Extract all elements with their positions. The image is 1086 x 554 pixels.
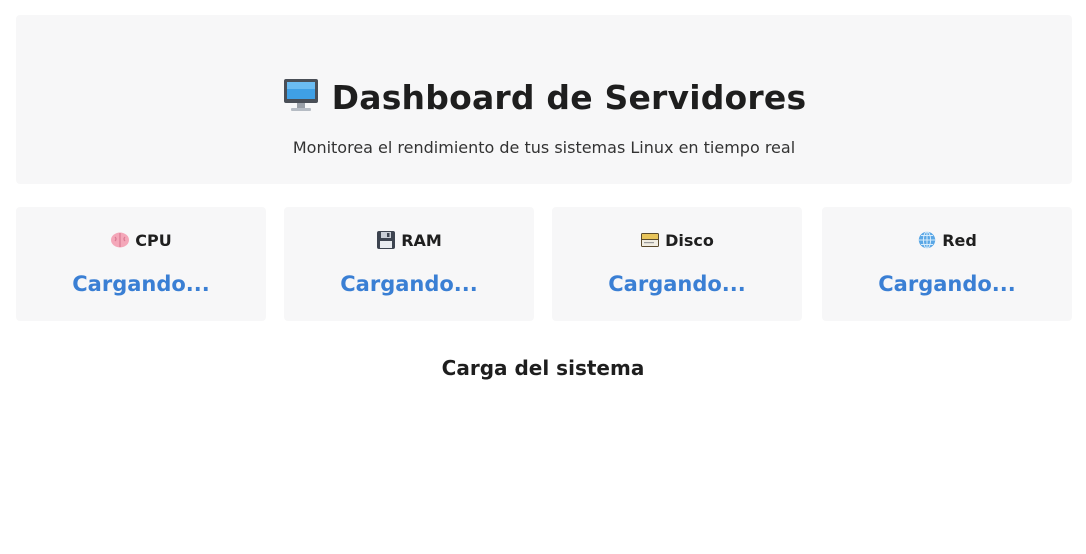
metric-label: RAM — [401, 231, 442, 250]
hero-header: Dashboard de Servidores Monitorea el ren… — [16, 15, 1072, 184]
metric-value: Cargando... — [878, 272, 1016, 296]
desktop-computer-icon — [282, 76, 320, 126]
metric-label: Disco — [665, 231, 714, 250]
card-index-icon — [640, 231, 660, 249]
floppy-disk-icon — [376, 231, 396, 249]
metric-value: Cargando... — [340, 272, 478, 296]
metric-card-header: CPU — [16, 229, 266, 253]
metric-card-header: Red — [822, 229, 1072, 253]
page-title: Dashboard de Servidores — [16, 75, 1072, 126]
dashboard-page: Dashboard de Servidores Monitorea el ren… — [0, 0, 1086, 554]
metric-card-header: RAM — [284, 229, 534, 253]
page-title-text: Dashboard de Servidores — [331, 78, 807, 117]
system-load-chart-area — [16, 395, 1072, 545]
metric-label: Red — [942, 231, 977, 250]
globe-icon — [917, 231, 937, 249]
metric-card-ram: RAM Cargando... — [284, 207, 534, 321]
metric-card-header: Disco — [552, 229, 802, 253]
page-subtitle: Monitorea el rendimiento de tus sistemas… — [292, 138, 796, 157]
metric-label: CPU — [135, 231, 172, 250]
metric-card-red: Red Cargando... — [822, 207, 1072, 321]
metric-cards: CPU Cargando... RAM Cargando... Disco Ca… — [16, 207, 1072, 321]
metric-card-cpu: CPU Cargando... — [16, 207, 266, 321]
metric-value: Cargando... — [72, 272, 210, 296]
system-load-title: Carga del sistema — [441, 356, 645, 380]
metric-value: Cargando... — [608, 272, 746, 296]
brain-icon — [110, 231, 130, 249]
metric-card-disco: Disco Cargando... — [552, 207, 802, 321]
